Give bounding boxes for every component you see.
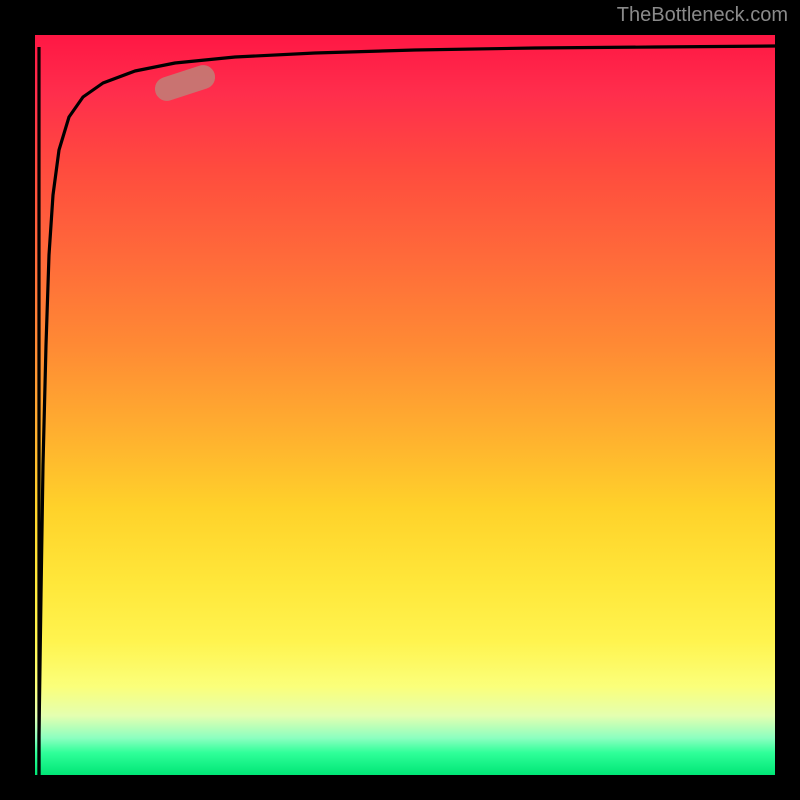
bottleneck-curve	[35, 35, 775, 775]
watermark-text: TheBottleneck.com	[617, 4, 788, 27]
plot-area	[35, 35, 775, 775]
curve-path	[39, 46, 775, 775]
